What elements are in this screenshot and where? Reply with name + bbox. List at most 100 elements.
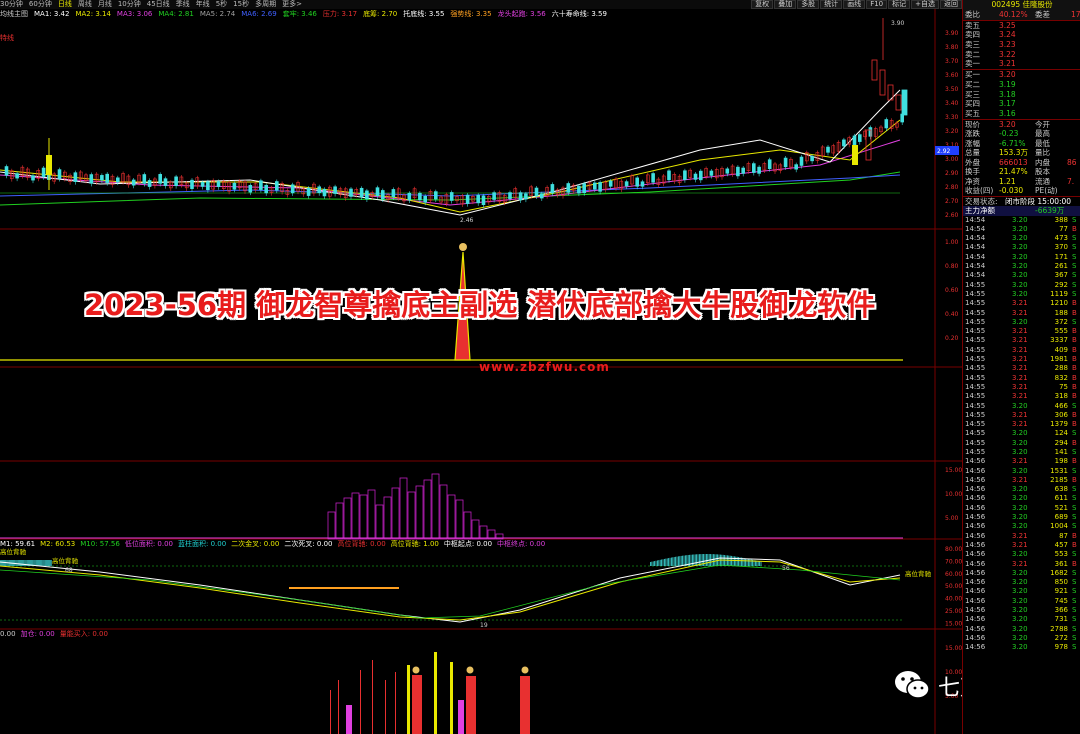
timeframe-tab[interactable]: 30分钟: [0, 0, 23, 8]
tick-volume: 3337: [1050, 336, 1068, 345]
timeframe-tab[interactable]: 月线: [98, 0, 112, 8]
buy-order-row[interactable]: 买四 3.17: [963, 99, 1080, 109]
stock-name: 佳隆股份: [1022, 0, 1053, 9]
timeframe-tab[interactable]: 年线: [196, 0, 210, 8]
oscillator-bar: [651, 561, 653, 566]
tick-row: 14:55 3.21 1379 B: [963, 420, 1080, 429]
oscillator-bar: [25, 560, 26, 566]
tick-time: 14:56: [965, 559, 986, 568]
tick-price: 3.20: [1012, 262, 1028, 271]
toolbar-button[interactable]: 叠加: [774, 0, 797, 9]
tick-volume: 366: [1054, 606, 1068, 615]
oscillator-bar: [46, 560, 48, 566]
buy-order-row[interactable]: 买三 3.18: [963, 90, 1080, 100]
timeframe-tab[interactable]: 60分钟: [29, 0, 52, 8]
tick-row: 14:56 3.20 921 S: [963, 587, 1080, 596]
toolbar-button[interactable]: F10: [866, 0, 888, 9]
tick-volume: 473: [1054, 234, 1068, 243]
oscillator-legend: M1: 59.61 M2: 60.53 M10: 57.56 低位面积: 0.00 蓝柱…: [0, 539, 550, 549]
histogram-bar: [431, 473, 440, 540]
candlestick: [380, 190, 385, 200]
tick-volume: 2185: [1050, 475, 1068, 484]
quote-label: 外盘: [965, 157, 980, 167]
oscillator-bar: [694, 554, 696, 566]
timeframe-tab[interactable]: 季线: [176, 0, 190, 8]
tick-volume: 1004: [1050, 522, 1068, 531]
toolbar-button[interactable]: 统计: [820, 0, 843, 9]
oscillator-bar: [749, 559, 751, 566]
toolbar-button[interactable]: 返回: [940, 0, 962, 9]
histogram-bar: [471, 519, 480, 540]
current-price-label: 2.92: [937, 148, 951, 155]
tick-list[interactable]: 14:54 3.20 388 S 14:54 3.20 77 B 14:54 3.20 473 S 14…: [963, 216, 1080, 653]
oscillator-bar: [43, 560, 44, 566]
tick-volume: 638: [1054, 485, 1068, 494]
oscillator-axis-label: 40.00: [945, 596, 962, 603]
buy-order-row[interactable]: 买一 3.20: [963, 70, 1080, 80]
tick-price: 3.20: [1012, 578, 1028, 587]
tick-time: 14:56: [965, 494, 986, 503]
quote-value: 153.3万: [999, 148, 1028, 158]
legend-item: MA1: 3.42: [34, 10, 70, 18]
signal-bag-icon: [466, 666, 474, 674]
candlestick: [901, 89, 908, 116]
oscillator-bar: [734, 556, 735, 566]
main-net-row[interactable]: 主力净额 -6639万: [963, 206, 1080, 216]
oscillator-bar: [19, 560, 21, 566]
tick-price: 3.20: [1012, 438, 1028, 447]
toolbar-button[interactable]: 标记: [888, 0, 911, 9]
timeframe-tab[interactable]: 周线: [78, 0, 92, 8]
quote-row: 现价 3.20 今开: [963, 120, 1080, 130]
sell-order-row[interactable]: 卖三 3.23: [963, 40, 1080, 50]
buy-order-row[interactable]: 买五 3.16: [963, 109, 1080, 119]
tick-volume: 409: [1054, 345, 1068, 354]
oscillator-bar: [45, 560, 46, 566]
legend-item: 低位面积: 0.00: [124, 540, 173, 548]
sell-price: 3.25: [999, 20, 1016, 30]
sell-order-row[interactable]: 卖五 3.25: [963, 21, 1080, 31]
quote-label-2: 流通: [1035, 176, 1050, 186]
timeframe-tab[interactable]: 日线: [58, 0, 72, 8]
timeframe-tab[interactable]: 5秒: [216, 0, 227, 8]
tick-volume: 1379: [1050, 420, 1068, 429]
tick-price: 3.20: [1012, 643, 1028, 652]
sell-order-row[interactable]: 卖一 3.21: [963, 59, 1080, 69]
toolbar-button[interactable]: 复权: [751, 0, 774, 9]
sell-order-row[interactable]: 卖四 3.24: [963, 30, 1080, 40]
tick-volume: 521: [1054, 503, 1068, 512]
tick-time: 14:54: [965, 262, 986, 271]
candlestick: [895, 94, 902, 111]
toolbar-button[interactable]: 画线: [843, 0, 866, 9]
stock-header[interactable]: 002495 佳隆股份: [963, 0, 1080, 10]
oscillator-bar: [679, 556, 681, 566]
timeframe-tab[interactable]: 10分钟: [118, 0, 141, 8]
tick-price: 3.20: [1012, 215, 1028, 224]
tick-price: 3.20: [1012, 243, 1028, 252]
histogram-bar: [399, 477, 408, 540]
chart-area[interactable]: 3.90 3.80 3.70 3.60 3.50 3.40 3.30 3.20 3.10 3.00…: [0, 0, 962, 734]
tick-row: 14:56 3.21 198 B: [963, 457, 1080, 466]
toolbar-button[interactable]: 多股: [797, 0, 820, 9]
sell-order-row[interactable]: 卖二 3.22: [963, 50, 1080, 60]
oscillator-bar: [40, 560, 42, 566]
tick-price: 3.20: [1012, 615, 1028, 624]
oscillator-bar: [1, 560, 3, 566]
tick-time: 14:55: [965, 364, 986, 373]
stock-code: 002495: [991, 0, 1021, 9]
timeframe-tab[interactable]: 45日线: [147, 0, 170, 8]
timeframe-tab[interactable]: 15秒: [233, 0, 249, 8]
oscillator-bar: [36, 560, 37, 566]
oscillator-bar: [0, 560, 2, 566]
price-axis-label: 3.00: [945, 156, 959, 163]
candlestick: [216, 181, 221, 187]
toolbar-button[interactable]: +自选: [911, 0, 939, 9]
tick-row: 14:56 3.20 689 S: [963, 513, 1080, 522]
legend-item: 托底线: 3.55: [403, 10, 445, 18]
legend-item: 套牢: 3.46: [282, 10, 317, 18]
candlestick: [333, 186, 337, 194]
timeframe-tab[interactable]: 更多>: [282, 0, 302, 8]
tick-price: 3.21: [1012, 410, 1028, 419]
tick-price: 3.21: [1012, 355, 1028, 364]
buy-order-row[interactable]: 买二 3.19: [963, 80, 1080, 90]
timeframe-tab[interactable]: 多周期: [255, 0, 276, 8]
